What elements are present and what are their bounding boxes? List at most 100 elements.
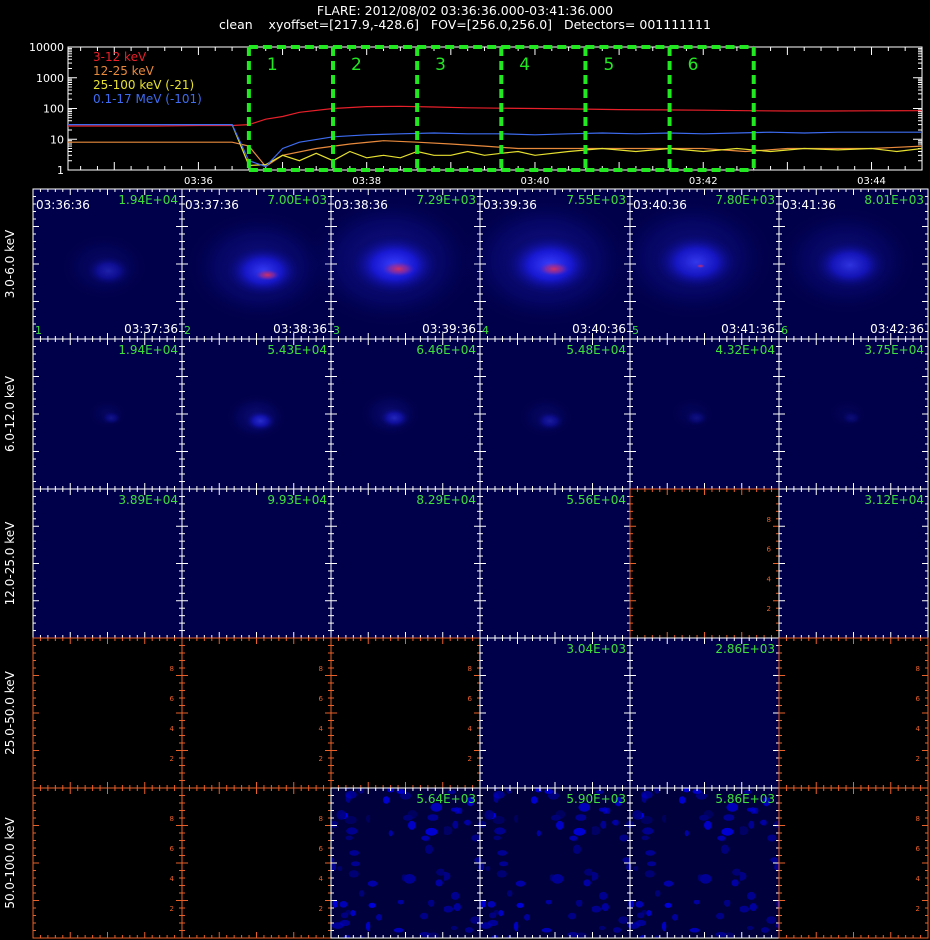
y-tick-label: 1000 [36, 72, 64, 85]
image-background [779, 489, 928, 638]
image-end-time: 03:40:36 [572, 322, 626, 336]
empty-panel-frame [629, 488, 780, 639]
image-panel: 1.94E+04 [32, 338, 183, 490]
series-line-1 [68, 105, 923, 127]
image-panel: 3.75E+04 [778, 338, 929, 490]
image-panel: 4.32E+04 [629, 338, 780, 490]
image-end-time: 03:42:36 [870, 322, 924, 336]
image-panel: 2.86E+03 [629, 637, 780, 789]
image-max-value: 8.29E+04 [416, 493, 476, 507]
source-peak [696, 264, 705, 268]
image-number: 4 [482, 324, 489, 337]
x-tick-label: 03:44 [857, 176, 886, 187]
source-core [84, 255, 133, 287]
empty-panel-tick-label: 8 [916, 815, 920, 823]
empty-panel-tick-label: 4 [319, 875, 324, 883]
image-max-value: 9.93E+04 [267, 493, 327, 507]
image-start-time: 03:36:36 [36, 198, 90, 212]
interval-label-3: 3 [435, 55, 446, 75]
empty-panel-frame [181, 637, 332, 789]
empty-panel-tick-label: 8 [170, 815, 174, 823]
image-panel: 2 4 6 8 [778, 637, 929, 789]
empty-panel-tick-label: 4 [468, 725, 473, 733]
empty-panel-tick-label: 4 [170, 875, 175, 883]
image-grid: 3.0-6.0 keV 1.94E+04 03:36:36 03:37:36 1 7.00… [3, 188, 929, 939]
source-peak [382, 261, 416, 277]
row-label-1: 3.0-6.0 keV [3, 229, 17, 298]
image-number: 3 [333, 324, 340, 337]
empty-panel-frame [181, 787, 332, 939]
image-panel: 5.90E+03 [479, 787, 631, 939]
empty-panel-tick-label: 2 [170, 905, 174, 913]
y-tick-label: 1 [57, 164, 64, 177]
empty-panel-tick-label: 2 [767, 605, 771, 613]
series-line-4 [68, 123, 922, 168]
row-label-5: 50.0-100.0 keV [3, 817, 17, 909]
image-background [630, 638, 779, 788]
empty-panel-tick-label: 2 [916, 905, 920, 913]
empty-panel-tick-label: 2 [319, 755, 323, 763]
image-panel: 5.56E+04 [479, 488, 631, 639]
image-panel: 2 4 6 8 [181, 637, 332, 789]
image-max-value: 7.00E+03 [267, 193, 327, 207]
image-panel: 5.86E+03 [629, 787, 780, 939]
empty-panel-frame [778, 637, 929, 789]
image-panel: 8.29E+04 [330, 488, 481, 639]
image-max-value: 4.32E+04 [715, 343, 775, 357]
empty-panel-tick-label: 6 [170, 695, 175, 703]
empty-panel-tick-label: 8 [319, 665, 323, 673]
image-panel: 2 4 6 8 [778, 787, 929, 939]
image-max-value: 5.43E+04 [267, 343, 327, 357]
image-max-value: 5.90E+03 [566, 792, 626, 806]
x-tick-label: 03:42 [689, 176, 718, 187]
empty-panel-frame [330, 637, 481, 789]
image-background [331, 489, 480, 638]
empty-panel-tick-label: 4 [767, 575, 772, 583]
image-max-value: 8.01E+03 [864, 193, 924, 207]
image-panel: 2 4 6 8 [181, 787, 332, 939]
image-panel: 9.93E+04 [181, 488, 332, 639]
empty-panel-frame [32, 637, 183, 789]
image-panel: 3.89E+04 [32, 488, 183, 639]
image-background [331, 788, 480, 938]
image-panel: 1.94E+04 03:36:36 03:37:36 1 [32, 188, 183, 340]
empty-panel-tick-label: 2 [468, 755, 472, 763]
source-core [811, 239, 890, 291]
empty-panel-tick-label: 4 [319, 725, 324, 733]
image-number: 1 [35, 324, 42, 337]
source-core [841, 411, 863, 425]
series-line-3 [231, 124, 923, 167]
x-tick-label: 03:36 [184, 176, 213, 187]
image-max-value: 3.12E+04 [864, 493, 924, 507]
interval-label-2: 2 [351, 55, 362, 75]
source-core [535, 411, 565, 431]
image-max-value: 5.56E+04 [566, 493, 626, 507]
image-max-value: 7.55E+03 [566, 193, 626, 207]
source-peak [538, 262, 570, 276]
empty-panel-tick-label: 6 [170, 845, 175, 853]
row-label-2: 6.0-12.0 keV [3, 375, 17, 452]
image-panel: 2 4 6 8 [330, 637, 481, 789]
image-background [480, 638, 630, 788]
row-label-4: 25.0-50.0 keV [3, 670, 17, 754]
source-core [684, 410, 709, 426]
image-start-time: 03:38:36 [334, 198, 388, 212]
source-core [244, 410, 277, 432]
empty-panel-tick-label: 6 [916, 845, 921, 853]
lightcurve-plot: 1 10 100 1000 10000 03:36 03:38 03:40 03:42 03:44… [29, 41, 923, 187]
empty-panel-tick-label: 8 [170, 665, 174, 673]
interval-label-1: 1 [267, 55, 278, 75]
image-start-time: 03:41:36 [782, 198, 836, 212]
empty-panel-tick-label: 6 [468, 695, 473, 703]
image-panel: 3.04E+03 [479, 637, 631, 789]
image-background [33, 489, 182, 638]
source-core [378, 407, 412, 429]
source-peak [255, 269, 280, 281]
image-max-value: 6.46E+04 [416, 343, 476, 357]
image-end-time: 03:37:36 [124, 322, 178, 336]
image-panel: 2 4 6 8 [32, 637, 183, 789]
figure-title: FLARE: 2012/08/02 03:36:36.000-03:41:36.… [317, 3, 613, 18]
empty-panel-tick-label: 4 [916, 875, 921, 883]
image-end-time: 03:39:36 [422, 322, 476, 336]
empty-panel-tick-label: 2 [916, 755, 920, 763]
